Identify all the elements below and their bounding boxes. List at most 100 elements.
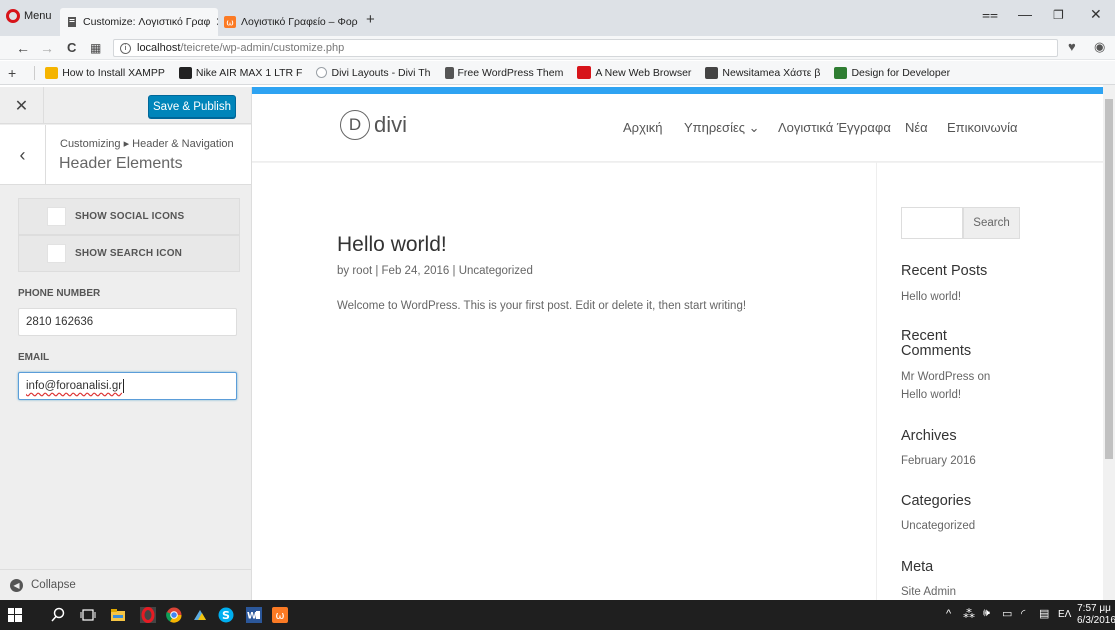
vivaldi-bookmark-icon [577,66,592,79]
network-icon[interactable]: ⁂ [963,607,975,621]
file-explorer-icon[interactable] [110,607,126,623]
taskbar: S W ω ^ ⁂ 🕪 ▭ ◜ ▤ ΕΛ 7:57 μμ 6/3/2016 [0,600,1115,630]
option-label: SHOW SEARCH ICON [75,248,183,259]
widget-link[interactable]: Hello world! [901,288,961,306]
xampp-icon[interactable]: ω [272,607,288,623]
wifi-icon[interactable]: ◜ [1021,607,1025,620]
add-bookmark-icon[interactable]: + [8,65,16,81]
customizer-panel: ✕ Save & Publish ‹ Customizing ▸ Header … [0,87,252,600]
show-social-icons-option[interactable]: SHOW SOCIAL ICONS [18,198,240,235]
opera-menu-button[interactable]: Menu [6,4,52,28]
section-header: ‹ Customizing ▸ Header & Navigation Head… [0,125,251,185]
show-search-icon-option[interactable]: SHOW SEARCH ICON [18,235,240,272]
widget-title: Meta [901,559,934,575]
email-value: info@foroanalisi.gr [26,380,123,392]
bookmark-item[interactable]: Design for Developer [834,66,951,79]
bookmark-item[interactable]: A New Web Browser [577,66,691,79]
divider [34,65,36,80]
windows-start-icon[interactable] [8,608,22,622]
bookmark-item[interactable]: Nike AIR MAX 1 LTR F [178,66,302,79]
close-customizer-button[interactable]: ✕ [0,87,44,124]
breadcrumb: Customizing ▸ Header & Navigation [60,138,234,150]
notifications-icon[interactable]: ▤ [1039,607,1049,620]
bookmark-item[interactable]: How to Install XAMPP [45,66,165,79]
url-field[interactable]: i localhost/teicrete/wp-admin/customize.… [113,39,1058,57]
svg-text:ω: ω [226,19,234,29]
design-bookmark-icon [834,66,848,79]
heart-icon[interactable]: ♥ [1068,39,1076,54]
scrollbar-thumb[interactable] [1105,99,1113,459]
tab-site[interactable]: ω Λογιστικό Γραφείο – Φορ ✕ [218,8,360,36]
collapse-label: Collapse [31,579,76,591]
bookmark-item[interactable]: Free WordPress Them [444,66,564,79]
nav-item-home[interactable]: Αρχική [623,120,663,135]
collapse-button[interactable]: ◀ Collapse [0,569,251,600]
site-logo[interactable]: D divi [340,110,407,140]
back-icon[interactable]: ← [16,40,30,56]
bookmark-label: Design for Developer [851,66,951,79]
bookmark-label: Newsitamea Χάστε β [722,66,821,79]
clock-time[interactable]: 7:57 μμ [1077,603,1111,614]
close-icon: ✕ [14,97,29,115]
widget-link[interactable]: Hello world! [901,386,961,404]
tab-label: Customize: Λογιστικό Γραφ [83,16,211,28]
bookmark-label: A New Web Browser [595,66,692,79]
clock-date[interactable]: 6/3/2016 [1077,615,1115,626]
url-host: localhost [137,42,181,54]
battery-icon[interactable]: ▭ [1002,607,1012,620]
search-button[interactable]: Search [963,207,1020,239]
nav-item-services[interactable]: Υπηρεσίες ⌄ [684,120,760,136]
search-icon[interactable] [50,607,66,623]
nav-item-news[interactable]: Νέα [905,120,928,135]
nav-item-documents[interactable]: Λογιστικά Έγγραφα [778,120,891,135]
back-button[interactable]: ‹ [0,125,46,185]
forward-icon[interactable]: → [40,40,54,56]
vertical-scrollbar[interactable] [1103,85,1115,600]
chrome-icon[interactable] [166,607,182,623]
skype-icon[interactable]: S [218,607,234,623]
word-icon[interactable]: W [246,607,262,623]
nav-item-contact[interactable]: Επικοινωνία [947,120,1018,135]
tab-menu-icon[interactable]: ⩵ [982,6,998,23]
opera-logo-icon [6,9,20,23]
email-field[interactable]: info@foroanalisi.gr [18,372,237,400]
post-meta: by root | Feb 24, 2016 | Uncategorized [337,265,533,277]
widget-link[interactable]: Mr WordPress on [901,368,990,386]
bookmark-label: How to Install XAMPP [62,66,165,79]
site-info-icon[interactable]: i [120,42,131,54]
post-title[interactable]: Hello world! [337,233,447,257]
bookmark-label: Divi Layouts - Divi Th [331,66,431,79]
bookmark-item[interactable]: Newsitamea Χάστε β [705,66,821,79]
checkbox[interactable] [47,244,66,263]
tab-customize[interactable]: Customize: Λογιστικό Γραφ ✕ [60,8,218,36]
post-body: Welcome to WordPress. This is your first… [337,300,747,312]
save-publish-button[interactable]: Save & Publish [148,95,236,118]
task-view-icon[interactable] [80,607,96,623]
bookmark-label: Free WordPress Them [457,66,564,79]
app-icon[interactable] [192,607,208,623]
search-input[interactable] [901,207,963,239]
widget-link[interactable]: Site Admin [901,583,956,600]
close-window-icon[interactable]: ✕ [1090,6,1102,23]
maximize-icon[interactable]: ❐ [1053,8,1064,22]
speed-dial-icon[interactable]: ▦ [90,41,101,55]
language-indicator[interactable]: ΕΛ [1058,609,1071,620]
reload-icon[interactable]: C [67,40,76,55]
minimize-icon[interactable]: — [1018,6,1032,22]
widget-link[interactable]: Uncategorized [901,517,975,535]
new-tab-button[interactable]: + [366,11,375,28]
phone-field[interactable]: 2810 162636 [18,308,237,336]
svg-text:W: W [247,612,257,622]
checkbox[interactable] [47,207,66,226]
opera-icon[interactable] [140,607,156,623]
tab-label: Λογιστικό Γραφείο – Φορ [241,16,358,28]
xampp-bookmark-icon [45,66,59,79]
bookmark-item[interactable]: Divi Layouts - Divi Th [316,66,431,79]
volume-icon[interactable]: 🕪 [983,607,990,620]
account-icon[interactable]: ◉ [1094,39,1105,55]
tray-overflow-icon[interactable]: ^ [946,608,951,620]
email-label: EMAIL [18,352,50,363]
page-bookmark-icon [444,66,454,79]
svg-text:ω: ω [275,609,284,622]
widget-link[interactable]: February 2016 [901,452,976,470]
